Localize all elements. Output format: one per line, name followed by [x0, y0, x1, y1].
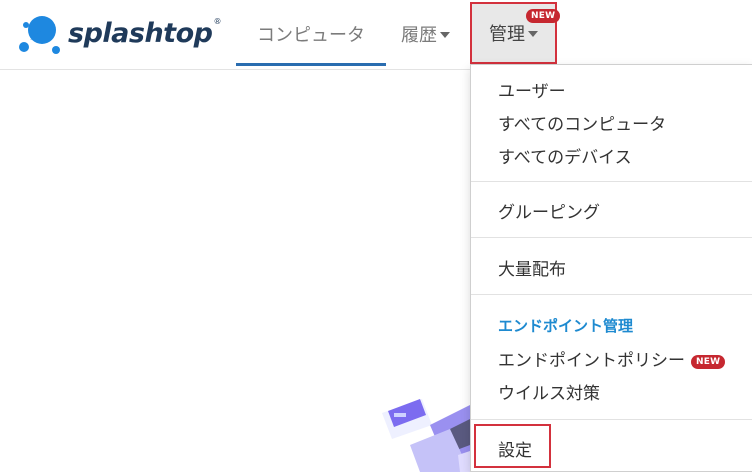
menu-section-header-endpoint: エンドポイント管理	[498, 317, 634, 335]
menu-item-grouping[interactable]: グルーピング	[498, 198, 600, 223]
menu-divider	[471, 181, 752, 182]
nav-tab-admin[interactable]: 管理 NEW	[470, 2, 561, 64]
splashtop-logo-icon	[19, 16, 60, 54]
caret-down-icon	[440, 32, 450, 38]
top-navigation-bar: splashtop ® コンピュータ 履歴 管理 NEW	[0, 0, 752, 70]
nav-tab-computers[interactable]: コンピュータ	[236, 0, 386, 68]
menu-item-antivirus[interactable]: ウイルス対策	[498, 379, 600, 404]
nav-tab-computers-label: コンピュータ	[257, 25, 365, 46]
nav-tab-admin-label: 管理	[489, 24, 525, 45]
splashtop-logo-text: splashtop	[68, 17, 213, 49]
caret-down-icon	[528, 31, 538, 37]
nav-tab-history-label: 履歴	[401, 25, 437, 46]
active-tab-underline	[236, 63, 386, 66]
menu-divider	[471, 419, 752, 420]
menu-item-users[interactable]: ユーザー	[498, 77, 566, 102]
menu-item-settings[interactable]: 設定	[498, 436, 532, 461]
menu-item-endpoint-policy-label: エンドポイントポリシー	[498, 351, 685, 371]
nav-tab-history[interactable]: 履歴	[401, 0, 450, 68]
menu-item-all-devices[interactable]: すべてのデバイス	[498, 143, 632, 168]
menu-divider	[471, 294, 752, 295]
admin-dropdown-menu: ユーザー すべてのコンピュータ すべてのデバイス グルーピング 大量配布 エンド…	[470, 64, 752, 472]
new-badge: NEW	[691, 355, 726, 369]
new-badge: NEW	[526, 9, 561, 23]
splashtop-logo[interactable]: splashtop ®	[16, 12, 221, 54]
menu-item-endpoint-policy[interactable]: エンドポイントポリシー NEW	[498, 346, 726, 371]
menu-item-all-computers[interactable]: すべてのコンピュータ	[498, 110, 666, 135]
menu-item-mass-deploy[interactable]: 大量配布	[498, 255, 566, 280]
registered-mark: ®	[213, 16, 222, 26]
menu-divider	[471, 237, 752, 238]
